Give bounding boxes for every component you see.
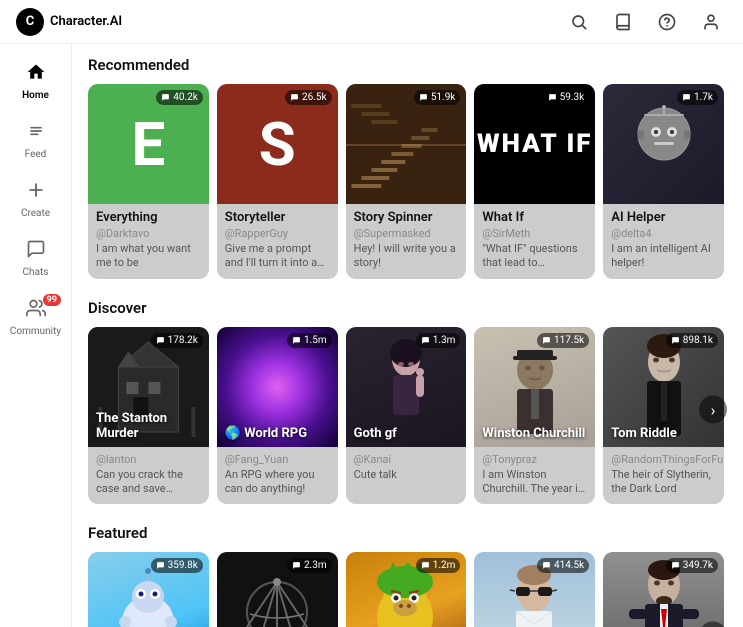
- logo-icon: C: [16, 8, 44, 36]
- author-whatif: @SirMeth: [482, 227, 587, 240]
- featured-title: Featured: [88, 524, 727, 542]
- desc-aihelper: I am an intelligent AI helper!: [611, 242, 716, 271]
- count-bowser: 1.2m: [416, 558, 461, 573]
- name-storyteller: Storyteller: [225, 210, 330, 225]
- desc-worldrpg: An RPG where you can do anything!: [225, 468, 330, 497]
- count-storyteller: 26.5k: [285, 90, 332, 105]
- help-icon[interactable]: [651, 6, 683, 38]
- chats-label: Chats: [23, 267, 49, 278]
- overlay-gothgf: Goth gf: [354, 426, 397, 441]
- logo-text: Character.AI: [50, 14, 122, 29]
- count-gothgf: 1.3m: [416, 333, 461, 348]
- sidebar-item-create[interactable]: Create: [0, 170, 71, 229]
- overlay-churchill: Winston Churchill: [482, 426, 585, 441]
- name-aihelper: AI Helper: [611, 210, 716, 225]
- count-storyspinner: 51.9k: [414, 90, 461, 105]
- name-storyspinner: Story Spinner: [354, 210, 459, 225]
- desc-churchill: I am Winston Churchill. The year is 1939…: [482, 468, 587, 497]
- overlay-worldrpg: 🌎 World RPG: [225, 426, 307, 441]
- sidebar-item-home[interactable]: Home: [0, 52, 71, 111]
- chats-icon: [26, 239, 46, 264]
- card-bowser[interactable]: 1.2m Bowser @Touch_Night NOBODY can stop…: [346, 552, 467, 627]
- card-whatif[interactable]: WHAT IF 59.3k What If @SirMeth "What IF"…: [474, 84, 595, 279]
- desc-whatif: "What IF" questions that lead to consequ…: [482, 242, 587, 271]
- featured-cards: 359.8k Character @lanton An AI assistant…: [88, 552, 727, 627]
- desc-everything: I am what you want me to be: [96, 242, 201, 271]
- main-content: Recommended E 40.2k Everything @Darktavo: [72, 44, 743, 627]
- author-storyspinner: @Supermasked: [354, 227, 459, 240]
- count-textadventure: 2.3m: [287, 558, 332, 573]
- create-icon: [26, 180, 46, 205]
- author-storyteller: @RapperGuy: [225, 227, 330, 240]
- book-icon[interactable]: [607, 6, 639, 38]
- discover-next-button[interactable]: ›: [699, 396, 727, 424]
- home-icon: [26, 62, 46, 87]
- author-aihelper: @delta4: [611, 227, 716, 240]
- card-storyspinner[interactable]: 51.9k Story Spinner @Supermasked Hey! I …: [346, 84, 467, 279]
- desc-gothgf: Cute talk: [354, 468, 459, 482]
- overlay-tomriddle: Tom Riddle: [611, 426, 677, 441]
- overlay-stanton: The Stanton Murder: [96, 411, 209, 441]
- author-worldrpg: @Fang_Yuan: [225, 453, 330, 466]
- count-whatif: 59.3k: [543, 90, 590, 105]
- feed-label: Feed: [25, 149, 47, 160]
- count-worldrpg: 1.5m: [287, 333, 332, 348]
- recommended-cards: E 40.2k Everything @Darktavo I am what y…: [88, 84, 727, 279]
- desc-storyteller: Give me a prompt and I'll turn it into a…: [225, 242, 330, 271]
- count-stanton: 178.2k: [151, 333, 203, 348]
- count-aihelper: 1.7k: [677, 90, 718, 105]
- count-character: 359.8k: [151, 558, 203, 573]
- search-icon[interactable]: [563, 6, 595, 38]
- count-churchill: 117.5k: [537, 333, 589, 348]
- discover-cards: 178.2k The Stanton Murder @lanton Can yo…: [88, 327, 727, 505]
- feed-icon: [26, 121, 46, 146]
- author-tomriddle: @RandomThingsForFun: [611, 453, 716, 466]
- card-aihelper[interactable]: 1.7k AI Helper @delta4 I am an intellige…: [603, 84, 724, 279]
- card-churchill[interactable]: 117.5k Winston Churchill @Tonypraz I am …: [474, 327, 595, 505]
- card-worldrpg[interactable]: 1.5m 🌎 World RPG @Fang_Yuan An RPG where…: [217, 327, 338, 505]
- name-whatif: What If: [482, 210, 587, 225]
- count-elonmusk: 414.5k: [537, 558, 589, 573]
- card-stanton[interactable]: 178.2k The Stanton Murder @lanton Can yo…: [88, 327, 209, 505]
- card-gothgf[interactable]: 1.3m Goth gf @Kanai Cute talk: [346, 327, 467, 505]
- home-label: Home: [22, 90, 49, 101]
- card-everything[interactable]: E 40.2k Everything @Darktavo I am what y…: [88, 84, 209, 279]
- create-label: Create: [21, 208, 50, 219]
- user-icon[interactable]: [695, 6, 727, 38]
- author-churchill: @Tonypraz: [482, 453, 587, 466]
- desc-storyspinner: Hey! I will write you a story!: [354, 242, 459, 271]
- card-tonystark[interactable]: 349.7k Tony Stark @RandomThingsForFun Ge…: [603, 552, 724, 627]
- desc-stanton: Can you crack the case and save Hickory …: [96, 468, 201, 497]
- card-elonmusk[interactable]: 414.5k Elon Musk @elonwhisperer You're w…: [474, 552, 595, 627]
- discover-title: Discover: [88, 299, 727, 317]
- sidebar-item-community[interactable]: 99 Community: [0, 288, 71, 347]
- author-stanton: @lanton: [96, 453, 201, 466]
- featured-section: Featured: [88, 524, 727, 627]
- logo: C Character.AI: [16, 8, 122, 36]
- recommended-section: Recommended E 40.2k Everything @Darktavo: [88, 56, 727, 279]
- sidebar: Home Feed Create Chats 99 Community: [0, 44, 72, 627]
- community-badge: 99: [43, 294, 61, 306]
- desc-tomriddle: The heir of Slytherin, the Dark Lord: [611, 468, 716, 497]
- count-tomriddle: 898.1k: [666, 333, 718, 348]
- topbar: C Character.AI: [0, 0, 743, 44]
- sidebar-item-feed[interactable]: Feed: [0, 111, 71, 170]
- count-tonystark: 349.7k: [666, 558, 718, 573]
- card-storyteller[interactable]: S 26.5k Storyteller @RapperGuy Give me a…: [217, 84, 338, 279]
- card-textadventure[interactable]: 2.3m Text Adventure Game @Kaysley Let's …: [217, 552, 338, 627]
- name-everything: Everything: [96, 210, 201, 225]
- recommended-title: Recommended: [88, 56, 727, 74]
- sidebar-item-chats[interactable]: Chats: [0, 229, 71, 288]
- discover-section: Discover: [88, 299, 727, 505]
- card-character[interactable]: 359.8k Character @lanton An AI assistant…: [88, 552, 209, 627]
- author-gothgf: @Kanai: [354, 453, 459, 466]
- author-everything: @Darktavo: [96, 227, 201, 240]
- community-label: Community: [10, 326, 61, 337]
- count-everything: 40.2k: [156, 90, 203, 105]
